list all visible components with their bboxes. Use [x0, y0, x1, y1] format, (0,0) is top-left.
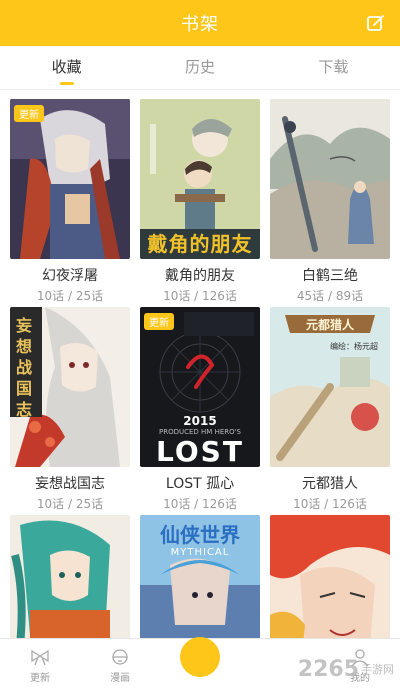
tab-downloads[interactable]: 下载	[267, 46, 400, 89]
bookshelf-grid: 更新 幻夜浮屠 10话 / 25话 戴角的朋友 戴角的朋友 10话 / 126话…	[0, 90, 400, 638]
nav-comics[interactable]: 漫画	[80, 639, 160, 688]
tab-history[interactable]: 历史	[133, 46, 266, 89]
cover-title-text: 元都猎人	[305, 318, 354, 332]
tab-label: 历史	[184, 58, 215, 76]
update-badge: 更新	[144, 313, 174, 330]
comic-progress: 45话 / 89话	[296, 289, 364, 303]
comic-cover[interactable]: 仙侠世界 MYTHICAL	[140, 515, 260, 638]
cover-text-block: 2015 PRODUCED HM HERO'S LOST	[140, 415, 260, 467]
comic-title: 白鹤三绝	[302, 268, 358, 284]
cover-art	[270, 99, 390, 259]
active-tab-indicator	[59, 82, 74, 85]
comic-card[interactable]: 妄想战国志 妄想战国志 10话 / 25话	[10, 307, 130, 512]
nav-label: 更新	[30, 673, 50, 684]
page-title: 书架	[181, 14, 219, 35]
bookshelf-icon	[180, 637, 220, 677]
comic-card[interactable]	[270, 515, 390, 638]
cover-author: 编绘：杨元超	[330, 342, 378, 351]
tab-favorites[interactable]: 收藏	[0, 46, 133, 89]
bell-icon	[112, 649, 128, 665]
comic-progress: 10话 / 126话	[163, 497, 237, 511]
comic-card[interactable]	[10, 515, 130, 638]
watermark-text: 手游网	[361, 662, 394, 676]
bottom-nav: 更新 漫画 我的 2265 手游网	[0, 637, 400, 688]
nav-updates[interactable]: 更新	[0, 639, 80, 688]
tab-bar: 收藏 历史 下载	[0, 46, 400, 90]
cover-art	[270, 515, 390, 638]
comic-progress: 10话 / 126话	[163, 289, 237, 303]
comic-cover[interactable]: 戴角的朋友	[140, 99, 260, 259]
app-header: 书架	[0, 0, 400, 46]
comic-progress: 10话 / 25话	[36, 497, 104, 511]
comic-cover[interactable]: 更新	[10, 99, 130, 259]
comic-card[interactable]: 戴角的朋友 戴角的朋友 10话 / 126话	[140, 99, 260, 304]
update-badge: 更新	[14, 105, 44, 122]
cover-big-title: LOST	[156, 435, 244, 467]
comic-title: 幻夜浮屠	[42, 268, 98, 284]
comic-card[interactable]: 更新 2015 PRODUCED HM HERO'S LOST LOST 孤心 …	[140, 307, 260, 512]
comic-title: 妄想战国志	[35, 476, 105, 492]
watermark-number: 2265	[297, 657, 359, 682]
comic-card[interactable]: 元都猎人 编绘：杨元超 元都猎人 10话 / 126话	[270, 307, 390, 512]
comic-cover[interactable]	[10, 515, 130, 638]
bow-icon	[31, 649, 49, 666]
nav-label: 漫画	[110, 673, 130, 684]
tab-label: 下载	[318, 58, 349, 76]
comic-card[interactable]: 更新 幻夜浮屠 10话 / 25话	[10, 99, 130, 304]
nav-bookshelf[interactable]	[160, 637, 240, 688]
comic-cover[interactable]: 妄想战国志	[10, 307, 130, 467]
cover-year: 2015	[183, 414, 217, 428]
comic-cover[interactable]	[270, 99, 390, 259]
comic-cover[interactable]: 元都猎人 编绘：杨元超	[270, 307, 390, 467]
cover-title-text: 妄想战国志	[16, 316, 33, 419]
cover-art	[10, 515, 130, 638]
cover-title-text: 仙侠世界	[160, 523, 240, 547]
comic-cover[interactable]	[270, 515, 390, 638]
cover-en-title: MYTHICAL	[170, 547, 230, 558]
comic-title: 元都猎人	[302, 476, 358, 492]
comic-title: 戴角的朋友	[165, 268, 235, 284]
comic-progress: 10话 / 25话	[36, 289, 104, 303]
edit-icon[interactable]	[366, 13, 386, 33]
comic-title: LOST 孤心	[165, 476, 235, 492]
comic-card[interactable]: 仙侠世界 MYTHICAL	[140, 515, 260, 638]
cover-art	[10, 99, 130, 259]
watermark-logo: 2265 手游网	[298, 657, 394, 682]
comic-cover[interactable]: 更新 2015 PRODUCED HM HERO'S LOST	[140, 307, 260, 467]
comic-progress: 10话 / 126话	[293, 497, 367, 511]
tab-label: 收藏	[51, 58, 82, 76]
comic-card[interactable]: 白鹤三绝 45话 / 89话	[270, 99, 390, 304]
cover-title-text: 戴角的朋友	[147, 232, 253, 256]
